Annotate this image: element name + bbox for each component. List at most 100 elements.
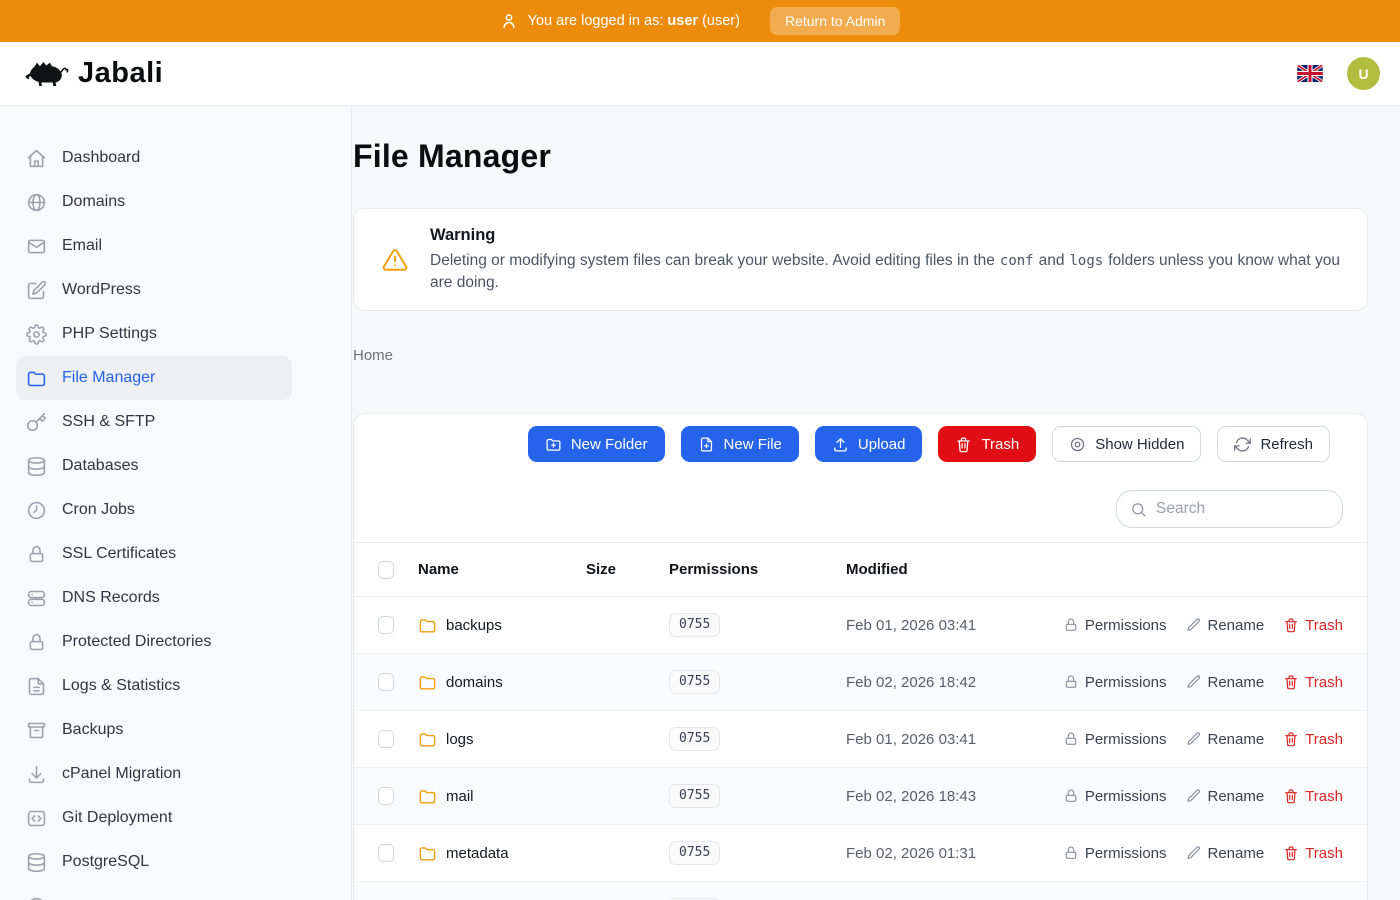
- sidebar-item-label: WordPress: [62, 281, 141, 299]
- file-name[interactable]: mail: [446, 788, 474, 805]
- gear-icon: [26, 324, 47, 345]
- upload-button[interactable]: Upload: [815, 426, 923, 462]
- new-file-button[interactable]: New File: [681, 426, 799, 462]
- pencil-icon: [1186, 788, 1202, 804]
- file-name[interactable]: domains: [446, 674, 503, 691]
- file-name[interactable]: metadata: [446, 845, 509, 862]
- sidebar-item-logs-statistics[interactable]: Logs & Statistics: [16, 664, 292, 708]
- archive-icon: [26, 720, 47, 741]
- file-name[interactable]: backups: [446, 617, 502, 634]
- sidebar-item-wordpress[interactable]: WordPress: [16, 268, 292, 312]
- return-to-admin-button[interactable]: Return to Admin: [770, 7, 900, 35]
- new-folder-button[interactable]: New Folder: [528, 426, 665, 462]
- row-rename-action[interactable]: Rename: [1186, 674, 1265, 691]
- table-row: logs 0755 Feb 01, 2026 03:41 Permissions…: [354, 711, 1367, 768]
- row-checkbox[interactable]: [378, 844, 394, 862]
- sidebar-item-databases[interactable]: Databases: [16, 444, 292, 488]
- lock-icon: [1063, 674, 1079, 690]
- modified-date: Feb 02, 2026 18:43: [846, 788, 1063, 805]
- row-rename-action[interactable]: Rename: [1186, 731, 1265, 748]
- sidebar-item-hidden[interactable]: [16, 884, 292, 900]
- permissions-badge: 0755: [669, 727, 720, 751]
- sidebar-item-ssl-certificates[interactable]: SSL Certificates: [16, 532, 292, 576]
- sidebar-item-label: PostgreSQL: [62, 853, 149, 871]
- sidebar-item-email[interactable]: Email: [16, 224, 292, 268]
- brand-logo[interactable]: Jabali: [24, 57, 163, 91]
- row-checkbox[interactable]: [378, 616, 394, 634]
- search-icon: [1130, 501, 1147, 518]
- folder-icon: [418, 844, 437, 863]
- language-flag-uk-icon[interactable]: [1297, 65, 1323, 82]
- permissions-badge: 0755: [669, 841, 720, 865]
- row-trash-action[interactable]: Trash: [1283, 674, 1343, 691]
- sidebar-item-label: File Manager: [62, 369, 155, 387]
- folder-icon: [418, 787, 437, 806]
- lock-icon: [1063, 731, 1079, 747]
- row-permissions-action[interactable]: Permissions: [1063, 674, 1167, 691]
- row-trash-action[interactable]: Trash: [1283, 845, 1343, 862]
- sidebar-item-label: Dashboard: [62, 149, 140, 167]
- sidebar-item-backups[interactable]: Backups: [16, 708, 292, 752]
- sidebar-item-label: DNS Records: [62, 589, 160, 607]
- sidebar-item-php-settings[interactable]: PHP Settings: [16, 312, 292, 356]
- show-hidden-button[interactable]: Show Hidden: [1052, 426, 1201, 462]
- file-text-icon: [26, 676, 47, 697]
- pencil-icon: [1186, 731, 1202, 747]
- row-rename-action[interactable]: Rename: [1186, 845, 1265, 862]
- modified-date: Feb 02, 2026 01:31: [846, 845, 1063, 862]
- row-checkbox[interactable]: [378, 787, 394, 805]
- page-title: File Manager: [353, 138, 1368, 175]
- sidebar-item-ssh-sftp[interactable]: SSH & SFTP: [16, 400, 292, 444]
- modified-date: Feb 01, 2026 03:41: [846, 731, 1063, 748]
- row-permissions-action[interactable]: Permissions: [1063, 731, 1167, 748]
- modified-date: Feb 01, 2026 03:41: [846, 617, 1063, 634]
- warning-banner: Warning Deleting or modifying system fil…: [353, 208, 1368, 311]
- folder-plus-icon: [545, 436, 562, 453]
- lock-icon: [26, 544, 47, 565]
- sidebar-item-file-manager[interactable]: File Manager: [16, 356, 292, 400]
- sidebar-item-dashboard[interactable]: Dashboard: [16, 136, 292, 180]
- sidebar-item-label: SSH & SFTP: [62, 413, 155, 431]
- column-header-name[interactable]: Name: [418, 561, 586, 578]
- row-rename-action[interactable]: Rename: [1186, 617, 1265, 634]
- row-trash-action[interactable]: Trash: [1283, 788, 1343, 805]
- row-trash-action[interactable]: Trash: [1283, 617, 1343, 634]
- main-content: File Manager Warning Deleting or modifyi…: [352, 106, 1400, 900]
- table-row: domains 0755 Feb 02, 2026 18:42 Permissi…: [354, 654, 1367, 711]
- sidebar-item-label: Git Deployment: [62, 809, 172, 827]
- trash-icon: [1283, 845, 1299, 861]
- sidebar-item-cron-jobs[interactable]: Cron Jobs: [16, 488, 292, 532]
- sidebar-item-label: Logs & Statistics: [62, 677, 180, 695]
- row-permissions-action[interactable]: Permissions: [1063, 845, 1167, 862]
- breadcrumb-home[interactable]: Home: [353, 347, 393, 364]
- file-name[interactable]: logs: [446, 731, 474, 748]
- sidebar-item-domains[interactable]: Domains: [16, 180, 292, 224]
- sidebar-item-git-deployment[interactable]: Git Deployment: [16, 796, 292, 840]
- trash-button[interactable]: Trash: [938, 426, 1036, 462]
- trash-icon: [1283, 617, 1299, 633]
- refresh-button[interactable]: Refresh: [1217, 426, 1330, 462]
- select-all-checkbox[interactable]: [378, 561, 394, 579]
- column-header-permissions[interactable]: Permissions: [669, 561, 846, 578]
- folder-icon: [26, 368, 47, 389]
- trash-icon: [1283, 674, 1299, 690]
- sidebar-item-dns-records[interactable]: DNS Records: [16, 576, 292, 620]
- user-avatar[interactable]: U: [1347, 57, 1380, 90]
- row-checkbox[interactable]: [378, 730, 394, 748]
- sidebar-item-protected-directories[interactable]: Protected Directories: [16, 620, 292, 664]
- app-header: Jabali U: [0, 42, 1400, 106]
- row-permissions-action[interactable]: Permissions: [1063, 788, 1167, 805]
- column-header-modified[interactable]: Modified: [846, 561, 1367, 578]
- column-header-size[interactable]: Size: [586, 561, 669, 578]
- search-input[interactable]: [1156, 500, 1329, 518]
- sidebar-item-postgresql[interactable]: PostgreSQL: [16, 840, 292, 884]
- row-rename-action[interactable]: Rename: [1186, 788, 1265, 805]
- lock-icon: [1063, 617, 1079, 633]
- home-icon: [26, 148, 47, 169]
- row-permissions-action[interactable]: Permissions: [1063, 617, 1167, 634]
- row-trash-action[interactable]: Trash: [1283, 731, 1343, 748]
- sidebar-item-cpanel-migration[interactable]: cPanel Migration: [16, 752, 292, 796]
- row-checkbox[interactable]: [378, 673, 394, 691]
- permissions-badge: 0755: [669, 613, 720, 637]
- clock-icon: [26, 500, 47, 521]
